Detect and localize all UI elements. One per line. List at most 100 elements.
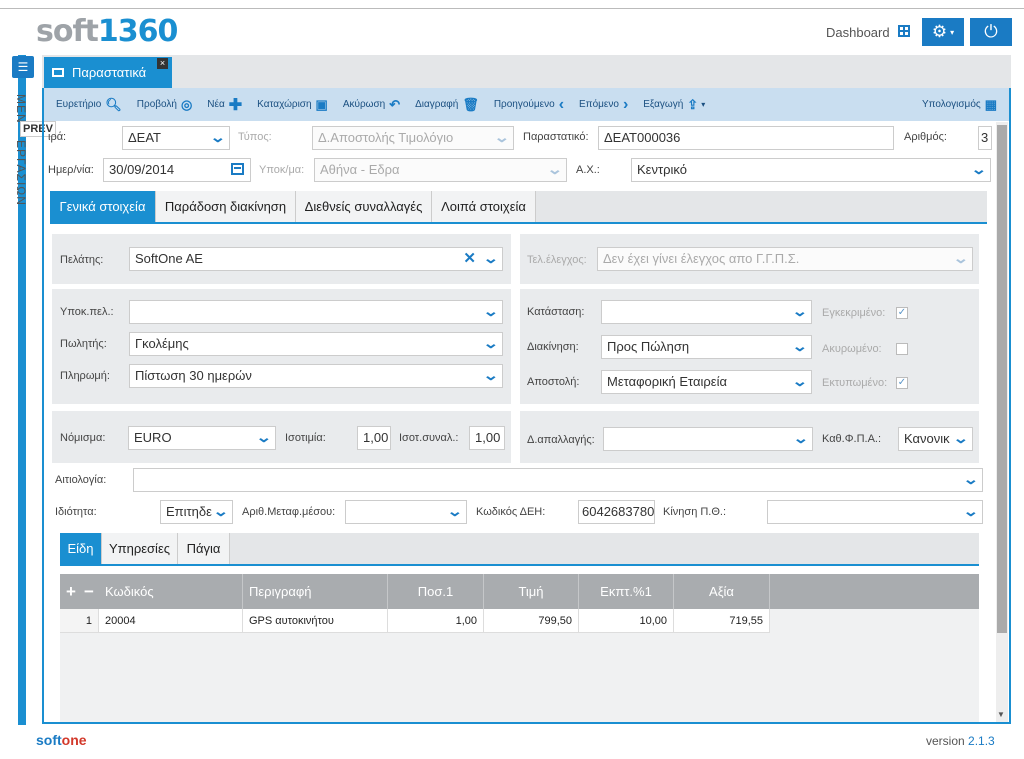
grid-cell-quantity[interactable]: 1,00 (388, 609, 484, 633)
tab-assets[interactable]: Πάγια (178, 533, 230, 564)
calendar-icon[interactable] (231, 163, 244, 175)
scroll-down-icon[interactable]: ▼ (997, 710, 1005, 719)
delete-button[interactable]: Διαγραφή 🗑︎ (415, 97, 479, 113)
add-row-icon[interactable]: + (66, 582, 76, 602)
row-number: 1 (60, 609, 99, 633)
tab-delivery[interactable]: Παράδοση διακίνηση (156, 191, 296, 222)
chevron-down-icon: ⌄ (446, 503, 464, 519)
currency-label: Νόμισμα: (60, 432, 106, 444)
chevron-down-icon: ⌄ (791, 303, 809, 319)
side-work-label[interactable]: ΕΡΓΑΣΙΩΝ (14, 140, 28, 206)
vehicle-number-select[interactable]: ⌄ (345, 500, 467, 524)
column-header[interactable]: Κωδικός (99, 574, 243, 609)
status-label: Κατάσταση: (527, 306, 585, 318)
column-header[interactable]: Περιγραφή (243, 574, 388, 609)
view-button[interactable]: Προβολή ◎ (137, 97, 193, 113)
final-check-label: Τελ.έλεγχος: (527, 254, 587, 266)
gear-icon: ⚙ (931, 22, 948, 41)
property-select[interactable]: Επιτηδε ⌄ (160, 500, 233, 524)
printed-checkbox[interactable]: ✓ (896, 377, 908, 389)
approved-checkbox[interactable]: ✓ (896, 307, 908, 319)
series-label: ιρά: (48, 131, 67, 143)
pth-movement-select[interactable]: ⌄ (767, 500, 983, 524)
vat-status-select[interactable]: Κανονικ ⌄ (898, 427, 973, 451)
scrollbar-thumb[interactable] (997, 125, 1007, 633)
movement-select[interactable]: Προς Πώληση ⌄ (601, 335, 812, 359)
chevron-down-icon: ⌄ (952, 430, 970, 446)
dei-code-label: Κωδικός ΔΕΗ: (476, 506, 546, 518)
previous-button[interactable]: Προηγούμενο ‹ (494, 96, 564, 114)
exemption-label: Δ.απαλλαγής: (527, 434, 595, 446)
tab-international[interactable]: Διεθνείς συναλλαγές (296, 191, 432, 222)
number-field[interactable]: 3 (978, 126, 992, 150)
caret-down-icon: ▾ (701, 100, 706, 109)
tab-services[interactable]: Υπηρεσίες (102, 533, 178, 564)
tab-close-icon[interactable]: × (157, 58, 168, 69)
document-tab-strip (42, 55, 1011, 88)
warehouse-select[interactable]: Κεντρικό ⌄ (631, 158, 991, 182)
exchange-rate-label: Ισοτιμία: (285, 432, 326, 444)
chevron-down-icon: ⌄ (791, 373, 809, 389)
customer-branch-select[interactable]: ⌄ (129, 300, 503, 324)
transaction-rate-label: Ισοτ.συναλ.: (399, 432, 459, 444)
menu-list-icon[interactable]: ☰ (12, 56, 34, 78)
tab-items[interactable]: Είδη (60, 533, 102, 564)
dei-code-field[interactable]: 6042683780 (578, 500, 655, 524)
chevron-down-icon: ⌄ (962, 503, 980, 519)
status-select[interactable]: ⌄ (601, 300, 812, 324)
vehicle-number-label: Αριθ.Μεταφ.μέσου: (242, 506, 336, 518)
calculate-button[interactable]: Υπολογισμός ▦ (922, 88, 997, 121)
tab-general[interactable]: Γενικά στοιχεία (50, 191, 156, 222)
tab-other[interactable]: Λοιπά στοιχεία (432, 191, 536, 222)
grid-cell-price[interactable]: 799,50 (484, 609, 579, 633)
customer-select[interactable]: SoftOne AE ✕ ⌄ (129, 247, 503, 271)
column-header[interactable]: Εκπτ.%1 (579, 574, 674, 609)
grid-cell-description[interactable]: GPS αυτοκινήτου (243, 609, 388, 633)
reason-label: Αιτιολογία: (55, 474, 107, 486)
chevron-down-icon: ⌄ (209, 129, 227, 145)
seller-label: Πωλητής: (60, 338, 107, 350)
index-button[interactable]: Ευρετήριο 🔍︎ (56, 97, 122, 113)
power-icon: ⏻ (984, 22, 998, 41)
seller-select[interactable]: Γκολέμης ⌄ (129, 332, 503, 356)
grid-cell-discount[interactable]: 10,00 (579, 609, 674, 633)
next-button[interactable]: Επόμενο › (579, 96, 628, 114)
column-header[interactable]: Αξία (674, 574, 770, 609)
approved-label: Εγκεκριμένο: (822, 307, 886, 319)
export-button[interactable]: Εξαγωγή ⇪ ▾ (643, 97, 705, 113)
logout-button[interactable]: ⏻ (970, 18, 1012, 46)
new-button[interactable]: Νέα ✚ (207, 95, 242, 115)
dashboard-link[interactable]: Dashboard (826, 25, 890, 40)
branch-label: Υποκ/μα: (259, 164, 305, 176)
currency-select[interactable]: EURO ⌄ (128, 426, 276, 450)
movement-label: Διακίνηση: (527, 341, 579, 353)
cancel-button[interactable]: Ακύρωση ↶ (343, 97, 400, 113)
date-field[interactable]: 30/09/2014 (103, 158, 251, 182)
column-header[interactable]: Τιμή (484, 574, 579, 609)
pth-movement-label: Κίνηση Π.Θ.: (663, 506, 727, 518)
clear-icon[interactable]: ✕ (463, 249, 476, 267)
transaction-rate-field[interactable]: 1,00 (469, 426, 505, 450)
settings-button[interactable]: ⚙ ▾ (922, 18, 964, 46)
payment-select[interactable]: Πίστωση 30 ημερών ⌄ (129, 364, 503, 388)
reason-select[interactable]: ⌄ (133, 468, 983, 492)
grid-cell-value[interactable]: 719,55 (674, 609, 770, 633)
undo-icon: ↶ (389, 96, 401, 112)
series-select[interactable]: ΔΕΑΤ ⌄ (122, 126, 230, 150)
column-header[interactable]: Ποσ.1 (388, 574, 484, 609)
cancelled-checkbox[interactable] (896, 343, 908, 355)
document-number-field[interactable]: ΔΕΑΤ000036 (598, 126, 894, 150)
softone-logo: softone (36, 732, 87, 748)
upload-icon: ⇪ (687, 96, 699, 112)
shipping-select[interactable]: Μεταφορική Εταιρεία ⌄ (601, 370, 812, 394)
side-menu-label[interactable]: ΜΕΝ (14, 94, 28, 124)
exchange-rate-field[interactable]: 1,00 (357, 426, 391, 450)
exemption-select[interactable]: ⌄ (603, 427, 813, 451)
chevron-down-icon: ⌄ (962, 471, 980, 487)
remove-row-icon[interactable]: − (84, 582, 94, 602)
dashboard-grid-icon[interactable] (898, 25, 910, 37)
save-button[interactable]: Καταχώριση ▣ (257, 97, 328, 113)
grid-cell-code[interactable]: 20004 (99, 609, 243, 633)
tab-parastatika[interactable]: Παραστατικά (44, 57, 172, 88)
view-icon: ◎ (180, 96, 193, 112)
